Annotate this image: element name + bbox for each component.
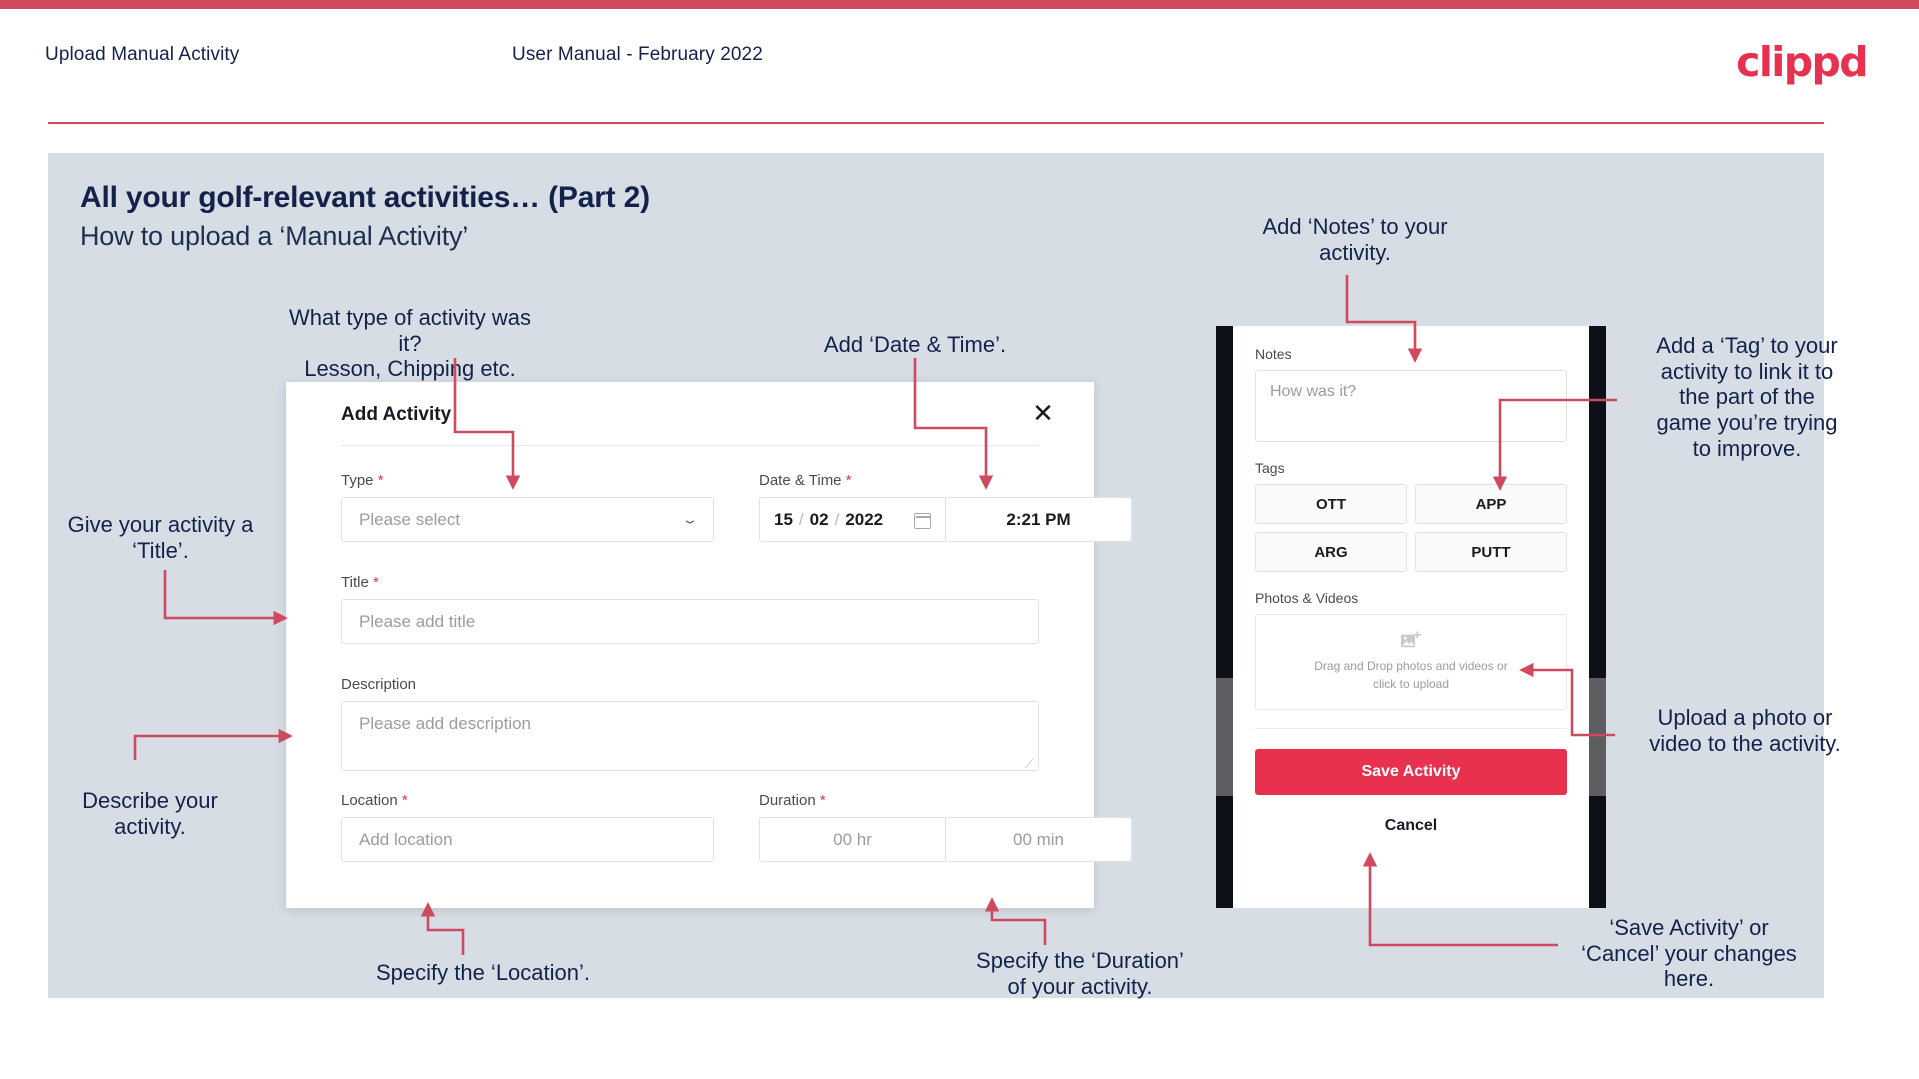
- save-activity-button[interactable]: Save Activity: [1255, 749, 1567, 795]
- date-day: 15: [774, 509, 793, 529]
- field-title-label: Title *: [341, 574, 1039, 591]
- datetime-control: 15 / 02 / 2022 2:21 PM: [759, 497, 1132, 542]
- field-title-label-text: Title: [341, 574, 369, 591]
- mobile-tags-grid: OTT APP ARG PUTT: [1255, 484, 1567, 572]
- date-sep-1: /: [798, 509, 804, 529]
- field-type-label: Type *: [341, 472, 714, 489]
- field-description-label: Description: [341, 676, 1039, 693]
- field-description: Description Please add description ⟋: [341, 676, 1039, 771]
- device-bezel-right: [1589, 326, 1606, 908]
- required-marker: *: [372, 574, 379, 591]
- required-marker: *: [845, 472, 852, 489]
- device-bezel-left: [1216, 326, 1233, 908]
- title-input-placeholder: Please add title: [359, 611, 476, 631]
- add-image-icon: [1400, 631, 1422, 651]
- tag-button-arg[interactable]: ARG: [1255, 532, 1407, 572]
- modal-title: Add Activity: [341, 404, 452, 425]
- field-location-label-text: Location: [341, 792, 398, 809]
- type-select[interactable]: Please select ⌄: [341, 497, 714, 542]
- required-marker: *: [819, 792, 826, 809]
- mobile-device-mockup: Notes How was it? Tags OTT APP ARG PUTT …: [1216, 326, 1606, 908]
- close-icon[interactable]: ✕: [1028, 398, 1058, 428]
- field-duration-label-text: Duration: [759, 792, 816, 809]
- dropzone-line-2: click to upload: [1372, 676, 1450, 691]
- annotation-save: ‘Save Activity’ or ‘Cancel’ your changes h…: [1581, 915, 1797, 992]
- header-title: Upload Manual Activity: [45, 44, 240, 65]
- dropzone-text: Drag and Drop photos and videos or click…: [1314, 658, 1507, 693]
- field-duration-label: Duration *: [759, 792, 1132, 809]
- slide-page: Upload Manual Activity User Manual - Feb…: [0, 0, 1919, 1079]
- date-year: 2022: [845, 509, 884, 529]
- time-input[interactable]: 2:21 PM: [946, 498, 1131, 541]
- duration-hours-input[interactable]: 00 hr: [760, 818, 945, 861]
- mobile-notes-placeholder: How was it?: [1270, 383, 1357, 400]
- required-marker: *: [401, 792, 408, 809]
- tag-button-app[interactable]: APP: [1415, 484, 1567, 524]
- annotation-duration: Specify the ‘Duration’ of your activity.: [976, 948, 1184, 999]
- description-placeholder: Please add description: [359, 714, 532, 733]
- field-location-label: Location *: [341, 792, 714, 809]
- top-accent-stripe: [0, 0, 1919, 9]
- dropzone-line-1: Drag and Drop photos and videos or: [1314, 659, 1508, 674]
- mobile-tags-label: Tags: [1255, 460, 1285, 476]
- duration-control: 00 hr 00 min: [759, 817, 1132, 862]
- field-type-label-text: Type: [341, 472, 374, 489]
- annotation-datetime: Add ‘Date & Time’.: [823, 332, 1007, 357]
- calendar-icon[interactable]: [914, 511, 931, 529]
- date-sep-2: /: [834, 509, 840, 529]
- mobile-upload-dropzone[interactable]: Drag and Drop photos and videos or click…: [1255, 614, 1567, 710]
- volume-button: [1216, 678, 1233, 796]
- cancel-button[interactable]: Cancel: [1255, 817, 1567, 835]
- annotation-notes: Add ‘Notes’ to your activity.: [1262, 214, 1448, 265]
- annotation-upload: Upload a photo or video to the activity.: [1649, 705, 1841, 756]
- power-button: [1589, 678, 1606, 796]
- mobile-notes-label: Notes: [1255, 346, 1292, 362]
- header-subtitle: User Manual - February 2022: [512, 44, 763, 65]
- title-input[interactable]: Please add title: [341, 599, 1039, 644]
- modal-divider: [341, 445, 1039, 446]
- modal-header: Add Activity ✕: [286, 382, 1094, 444]
- chevron-down-icon: ⌄: [681, 512, 699, 526]
- add-activity-modal: Add Activity ✕ Type * Please select ⌄ Da…: [286, 382, 1132, 908]
- mobile-tags-section: Tags OTT APP ARG PUTT: [1255, 460, 1567, 572]
- tag-button-ott[interactable]: OTT: [1255, 484, 1407, 524]
- tag-button-putt[interactable]: PUTT: [1415, 532, 1567, 572]
- duration-minutes-input[interactable]: 00 min: [945, 818, 1131, 861]
- field-location: Location * Add location: [341, 792, 714, 862]
- header-divider: [48, 122, 1824, 124]
- annotation-tag: Add a ‘Tag’ to your activity to link it t…: [1656, 333, 1838, 461]
- annotation-description: Describe your activity.: [82, 788, 218, 839]
- field-datetime-label-text: Date & Time: [759, 472, 842, 489]
- field-duration: Duration * 00 hr 00 min: [759, 792, 1132, 862]
- field-datetime-label: Date & Time *: [759, 472, 1132, 489]
- mobile-photos-label: Photos & Videos: [1255, 590, 1359, 606]
- field-title: Title * Please add title: [341, 574, 1039, 644]
- annotation-type: What type of activity was it? Lesson, Chi…: [288, 305, 532, 382]
- date-input[interactable]: 15 / 02 / 2022: [760, 498, 946, 541]
- mobile-photos-section: Photos & Videos Drag and Drop photos and…: [1255, 590, 1567, 710]
- location-input[interactable]: Add location: [341, 817, 714, 862]
- mobile-divider: [1255, 728, 1567, 729]
- mobile-notes-input[interactable]: How was it?: [1255, 370, 1567, 442]
- description-textarea[interactable]: Please add description ⟋: [341, 701, 1039, 771]
- mobile-screen: Notes How was it? Tags OTT APP ARG PUTT …: [1233, 326, 1589, 908]
- clippd-logo: clippd: [1736, 38, 1868, 86]
- field-datetime: Date & Time * 15 / 02 / 2022 2:21 PM: [759, 472, 1132, 542]
- required-marker: *: [377, 472, 384, 489]
- field-type: Type * Please select ⌄: [341, 472, 714, 542]
- date-month: 02: [809, 509, 829, 529]
- slide-title: All your golf-relevant activities… (Part…: [80, 181, 650, 214]
- type-select-placeholder: Please select: [359, 509, 461, 529]
- field-description-label-text: Description: [341, 676, 417, 693]
- resize-grip-icon[interactable]: ⟋: [1025, 758, 1035, 770]
- annotation-location: Specify the ‘Location’.: [375, 960, 591, 985]
- slide-subtitle: How to upload a ‘Manual Activity’: [80, 221, 469, 251]
- location-input-placeholder: Add location: [359, 829, 453, 849]
- annotation-title: Give your activity a ‘Title’.: [67, 512, 254, 563]
